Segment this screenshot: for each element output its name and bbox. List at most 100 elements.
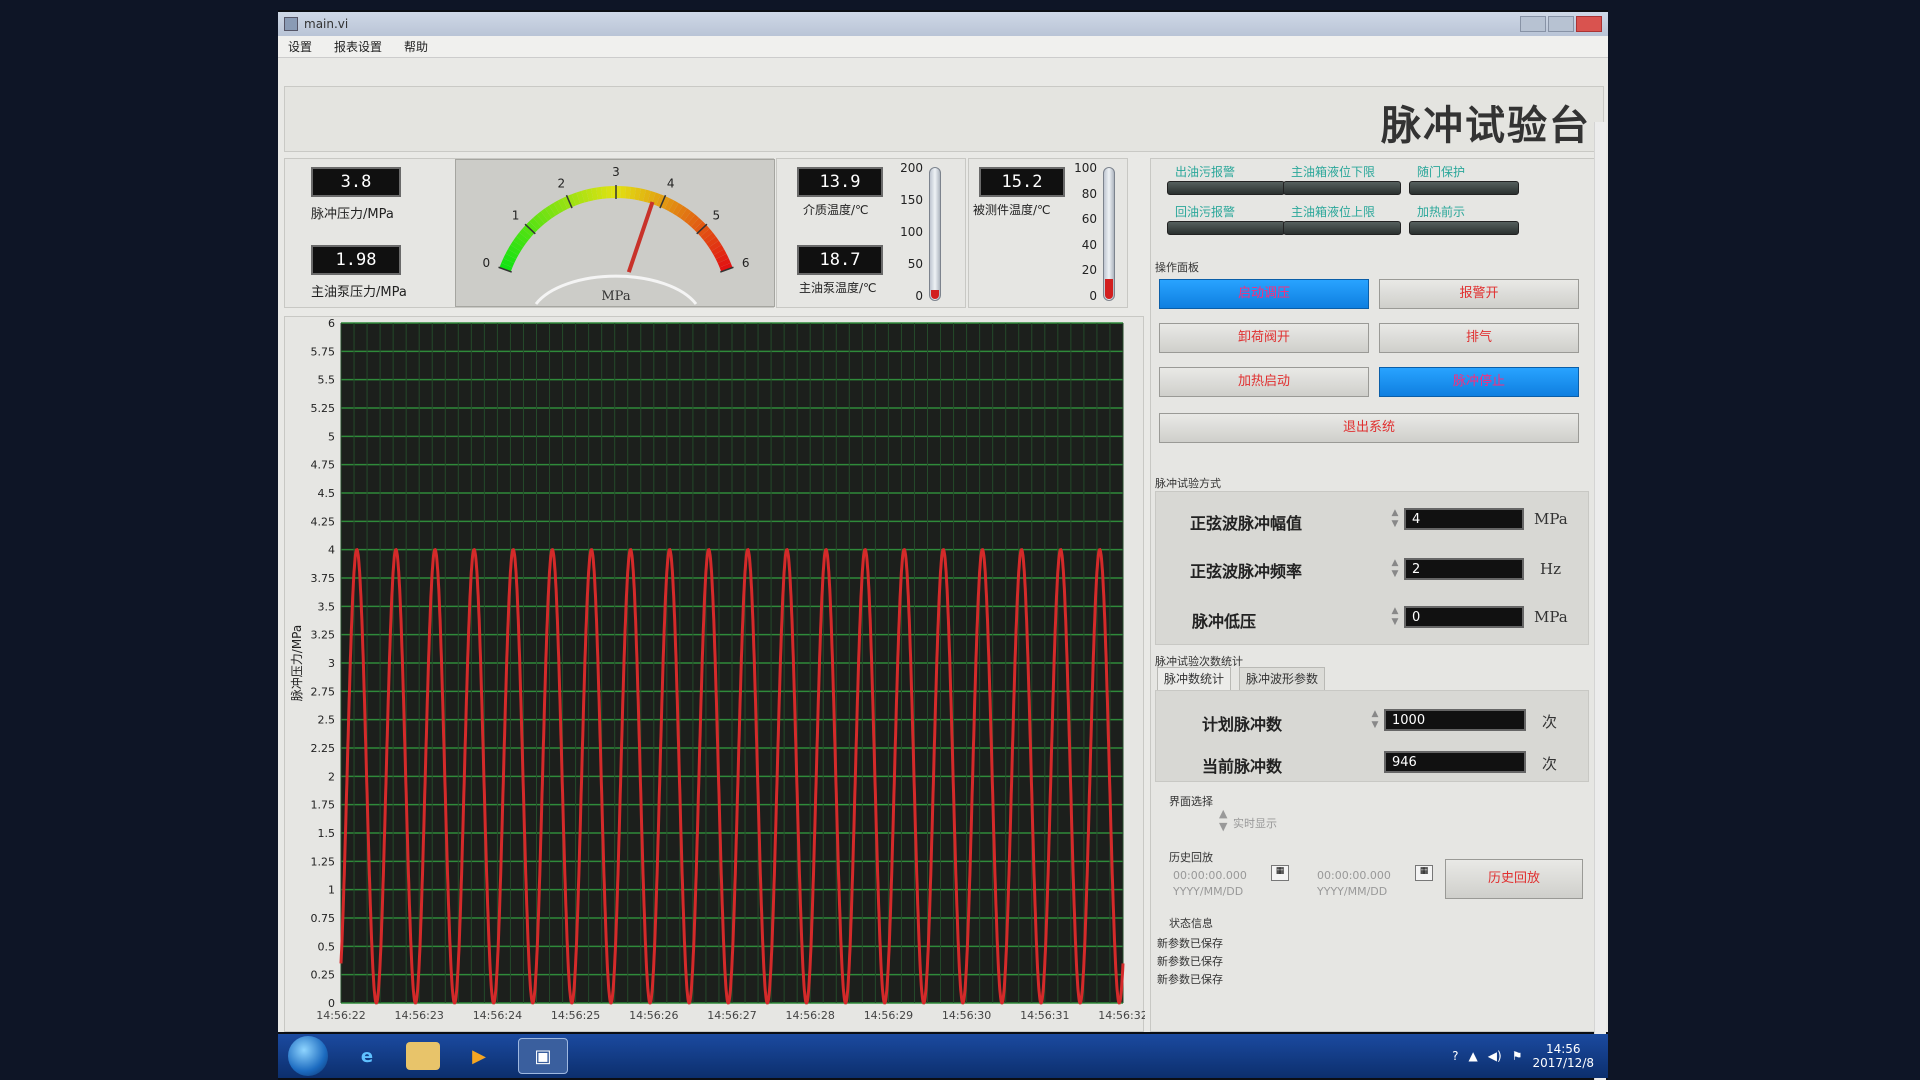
- view-option-spinner[interactable]: ▲ ▼: [1219, 807, 1227, 833]
- indicator-label: 主油箱液位上限: [1291, 205, 1376, 219]
- current-count-unit: 次: [1542, 755, 1558, 773]
- ops-button[interactable]: 脉冲停止: [1379, 367, 1579, 397]
- history-start-time[interactable]: 00:00:00.000: [1173, 869, 1247, 882]
- calendar-icon[interactable]: ▦: [1271, 865, 1289, 881]
- ops-button[interactable]: 启动调压: [1159, 279, 1369, 309]
- indicator-led: [1167, 181, 1285, 195]
- gauge-color-band: [516, 232, 529, 244]
- gauge-dial: 0 1 2 3 4 5 6 MPa: [483, 165, 749, 305]
- menu-report-settings[interactable]: 报表设置: [334, 38, 382, 55]
- y-tick-label: 2.5: [318, 714, 336, 727]
- banner: 脉冲试验台: [284, 86, 1604, 152]
- indicator-led: [1283, 221, 1401, 235]
- frequency-input[interactable]: 2: [1404, 558, 1524, 580]
- gauge-color-band: [668, 200, 679, 214]
- gauge-tick-label: 2: [558, 176, 566, 190]
- ops-button[interactable]: 卸荷阀开: [1159, 323, 1369, 353]
- folder-icon[interactable]: [406, 1042, 440, 1070]
- gauge-color-band: [680, 208, 692, 221]
- amplitude-input[interactable]: 4: [1404, 508, 1524, 530]
- history-start-date[interactable]: YYYY/MM/DD: [1173, 885, 1243, 898]
- y-tick-label: 1: [328, 884, 335, 897]
- clock[interactable]: 14:56 2017/12/8: [1532, 1042, 1594, 1070]
- planned-count-unit: 次: [1542, 713, 1558, 731]
- tray-expand-icon[interactable]: ▲: [1469, 1049, 1478, 1063]
- history-end-time[interactable]: 00:00:00.000: [1317, 869, 1391, 882]
- menu-settings[interactable]: 设置: [288, 38, 312, 55]
- gauge-color-band: [711, 244, 725, 256]
- y-tick-label: 2.25: [311, 742, 336, 755]
- y-tick-label: 5.5: [318, 374, 336, 387]
- ops-button[interactable]: 排气: [1379, 323, 1579, 353]
- tab-pulse-waveform[interactable]: 脉冲波形参数: [1239, 667, 1326, 691]
- low-pressure-unit: MPa: [1534, 608, 1568, 626]
- flag-icon[interactable]: ⚑: [1512, 1049, 1523, 1063]
- vertical-scrollbar[interactable]: [1594, 122, 1606, 1080]
- maximize-button[interactable]: [1548, 16, 1574, 32]
- menu-help[interactable]: 帮助: [404, 38, 428, 55]
- gauge-color-band: [557, 198, 568, 212]
- gauge-color-band: [590, 187, 598, 201]
- indicator-label: 回油污报警: [1175, 205, 1236, 219]
- ops-button[interactable]: 报警开: [1379, 279, 1579, 309]
- gauge-color-band: [672, 202, 683, 216]
- gauge-tick-label: 3: [612, 165, 620, 179]
- gauge-color-band: [505, 249, 519, 260]
- thermometer-scale-label: 150: [900, 193, 923, 207]
- x-tick-label: 14:56:24: [473, 1009, 522, 1022]
- volume-icon[interactable]: ◀): [1488, 1049, 1502, 1063]
- y-tick-label: 0.75: [311, 912, 336, 925]
- thermometer-2: [1103, 167, 1115, 301]
- indicator-led: [1409, 221, 1519, 235]
- history-replay-button[interactable]: 历史回放: [1445, 859, 1583, 899]
- gauge-color-band: [507, 244, 521, 256]
- media-player-icon[interactable]: ▶: [454, 1038, 504, 1074]
- thermometer-scale-label: 50: [907, 257, 923, 271]
- window-title: main.vi: [304, 17, 349, 31]
- title-bar: main.vi: [278, 12, 1608, 36]
- planned-count-input[interactable]: 1000: [1384, 709, 1526, 731]
- gauge-color-band: [643, 189, 651, 203]
- close-button[interactable]: [1576, 16, 1602, 32]
- x-tick-label: 14:56:26: [629, 1009, 678, 1022]
- y-tick-label: 4.75: [311, 459, 336, 472]
- banner-title: 脉冲试验台: [1381, 102, 1591, 149]
- gauge-color-band: [683, 211, 696, 224]
- indicator-label: 出油污报警: [1175, 165, 1236, 179]
- minimize-button[interactable]: [1520, 16, 1546, 32]
- y-tick-label: 4: [328, 544, 335, 557]
- x-tick-label: 14:56:31: [1020, 1009, 1069, 1022]
- labview-app-icon[interactable]: ▣: [518, 1038, 568, 1074]
- gauge-color-band: [510, 240, 524, 252]
- thermometer-2-level: [1105, 278, 1113, 299]
- y-tick-label: 2: [328, 770, 335, 783]
- chart-canvas: 00.250.50.7511.251.51.7522.252.52.7533.2…: [289, 317, 1148, 1022]
- history-end-date[interactable]: YYYY/MM/DD: [1317, 885, 1387, 898]
- low-pressure-input[interactable]: 0: [1404, 606, 1524, 628]
- gauge-color-band: [715, 253, 729, 264]
- view-option[interactable]: 实时显示: [1233, 815, 1277, 831]
- ops-button[interactable]: 退出系统: [1159, 413, 1579, 443]
- system-tray: ? ▲ ◀) ⚑ 14:56 2017/12/8: [1452, 1042, 1608, 1070]
- tab-pulse-count[interactable]: 脉冲数统计: [1157, 667, 1232, 691]
- y-tick-label: 1.75: [311, 799, 336, 812]
- gauge-color-band: [690, 217, 703, 230]
- gauge-color-band: [664, 198, 675, 212]
- low-pressure-label: 脉冲低压: [1192, 612, 1257, 631]
- amplitude-spinner[interactable]: ▲ ▼: [1390, 508, 1400, 530]
- gauge-color-band: [544, 205, 556, 219]
- low-pressure-spinner[interactable]: ▲ ▼: [1390, 606, 1400, 628]
- frequency-spinner[interactable]: ▲ ▼: [1390, 558, 1400, 580]
- start-button[interactable]: [288, 1036, 328, 1076]
- ie-icon[interactable]: e: [342, 1038, 392, 1074]
- help-icon[interactable]: ?: [1452, 1049, 1458, 1063]
- thermometer-scale-label: 60: [1081, 212, 1097, 227]
- y-tick-label: 5.75: [311, 345, 336, 358]
- calendar-icon[interactable]: ▦: [1415, 865, 1433, 881]
- gauge-color-band: [634, 187, 642, 201]
- planned-count-spinner[interactable]: ▲ ▼: [1370, 709, 1380, 731]
- indicator-led: [1409, 181, 1519, 195]
- ops-button[interactable]: 加热启动: [1159, 367, 1369, 397]
- thermometer-scale-label: 0: [1089, 289, 1097, 303]
- clock-date: 2017/12/8: [1532, 1056, 1594, 1070]
